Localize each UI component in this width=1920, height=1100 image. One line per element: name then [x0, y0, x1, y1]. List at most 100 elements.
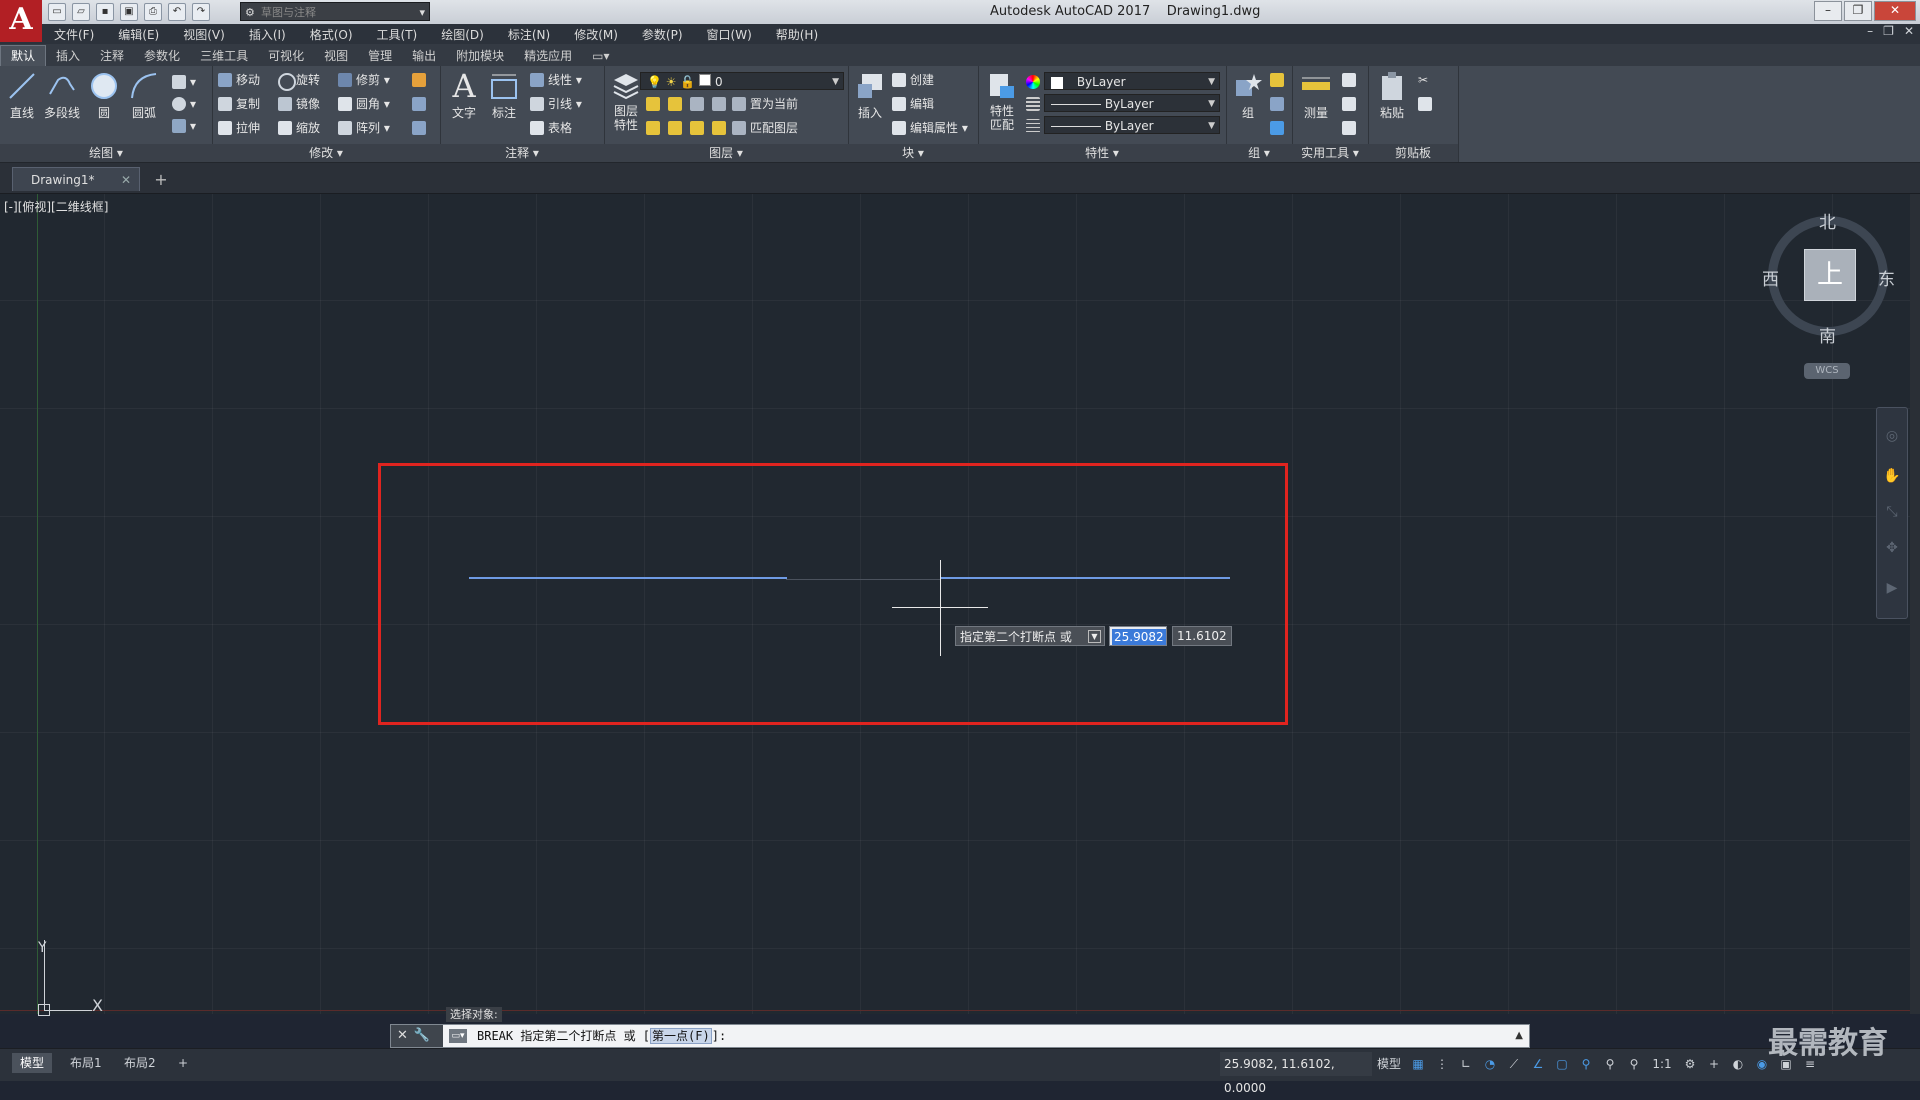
circle-button[interactable]: 圆 [84, 70, 124, 121]
fillet-button[interactable]: 圆角 ▾ [336, 94, 390, 114]
scale-value[interactable]: 1:1 [1650, 1056, 1674, 1072]
workspace-switcher[interactable]: ⚙ 草图与注释 ▾ [240, 2, 430, 21]
arc-button[interactable]: 圆弧 [124, 70, 164, 121]
array-button[interactable]: 阵列 ▾ [336, 118, 390, 138]
block-panel-title[interactable]: 块 ▾ [848, 144, 978, 162]
ungroup-button[interactable] [1268, 70, 1288, 90]
layer-tool-1[interactable] [644, 94, 664, 114]
tab-output[interactable]: 输出 [402, 46, 446, 66]
erase-button[interactable] [410, 70, 430, 90]
lineweight-icon-button[interactable] [1024, 116, 1044, 136]
annotation-panel-title[interactable]: 注释 ▾ [440, 144, 604, 162]
app-menu-button[interactable]: A [0, 0, 42, 42]
menu-modify[interactable]: 修改(M) [562, 26, 630, 43]
isolate-objects-icon[interactable]: ◐ [1730, 1056, 1746, 1072]
group-edit-button[interactable] [1268, 94, 1288, 114]
id-point-button[interactable] [1340, 94, 1360, 114]
layer-tool-3[interactable] [688, 94, 708, 114]
properties-panel-title[interactable]: 特性 ▾ [978, 144, 1226, 162]
layer-dropdown[interactable]: 💡 ☀ 🔓 0 ▼ [640, 72, 844, 90]
maximize-button[interactable]: ❐ [1844, 1, 1872, 21]
close-button[interactable]: ✕ [1874, 1, 1916, 21]
tab-view[interactable]: 视图 [314, 46, 358, 66]
match-properties-button[interactable]: 特性 匹配 [982, 70, 1022, 132]
snap-icon[interactable]: ⋮ [1434, 1056, 1450, 1072]
vertical-scrollbar[interactable] [1910, 194, 1920, 1014]
command-option-first-point[interactable]: 第一点(F) [650, 1028, 712, 1044]
linetype-icon-button[interactable] [1024, 94, 1044, 114]
edit-block-button[interactable]: 编辑 [890, 94, 934, 114]
compass-west[interactable]: 西 [1762, 265, 1779, 290]
command-input[interactable]: BREAK 指定第二个打断点 或 [第一点(F)]: [477, 1025, 726, 1047]
command-history-toggle-icon[interactable]: ▲ [1515, 1025, 1523, 1047]
group-select-button[interactable] [1268, 118, 1288, 138]
pan-icon[interactable]: ✋ [1883, 468, 1901, 486]
linear-dim-button[interactable]: 线性 ▾ [528, 70, 582, 90]
dynamic-input-x-field[interactable]: 25.9082 [1109, 626, 1167, 646]
create-block-button[interactable]: 创建 [890, 70, 934, 90]
wcs-menu-button[interactable]: WCS [1804, 363, 1850, 379]
compass-east[interactable]: 东 [1878, 265, 1895, 290]
model-space-button[interactable]: 模型 [1376, 1056, 1402, 1072]
polar-icon[interactable]: ◔ [1482, 1056, 1498, 1072]
tab-parametric[interactable]: 参数化 [134, 46, 190, 66]
trim-button[interactable]: 修剪 ▾ [336, 70, 390, 90]
line-button[interactable]: 直线 [2, 70, 42, 121]
explode-button[interactable] [410, 94, 430, 114]
showmotion-icon[interactable]: ▶ [1883, 580, 1901, 598]
rotate-button[interactable]: 旋转 [276, 70, 320, 91]
coordinate-readout[interactable]: 25.9082, 11.6102, 0.0000 [1220, 1052, 1372, 1095]
osnap-tracking-icon[interactable]: ∠ [1530, 1056, 1546, 1072]
annotation-scale-icon[interactable]: ⚲ [1626, 1056, 1642, 1072]
save-as-icon[interactable]: ▣ [120, 3, 138, 21]
command-prompt-icon[interactable]: ▭▾ [449, 1029, 467, 1043]
dimension-button[interactable]: 标注 [484, 70, 524, 121]
add-layout-button[interactable]: + [170, 1053, 196, 1073]
color-dropdown[interactable]: ByLayer ▼ [1044, 72, 1220, 90]
draw-panel-title[interactable]: 绘图 ▾ [0, 144, 212, 162]
mirror-button[interactable]: 镜像 [276, 94, 320, 114]
tab-3d-tools[interactable]: 三维工具 [190, 46, 258, 66]
color-wheel-button[interactable] [1024, 72, 1044, 92]
save-icon[interactable]: ▪ [96, 3, 114, 21]
object-snap-icon[interactable]: ▢ [1554, 1056, 1570, 1072]
line-segment-left[interactable] [469, 577, 787, 579]
copy-clip-button[interactable] [1416, 94, 1436, 114]
make-current-button[interactable]: 置为当前 [730, 94, 798, 114]
linetype-dropdown[interactable]: ByLayer ▼ [1044, 94, 1220, 112]
new-tab-button[interactable]: + [152, 171, 170, 189]
redo-icon[interactable]: ↷ [192, 3, 210, 21]
grid-icon[interactable]: ▦ [1410, 1056, 1426, 1072]
stretch-button[interactable]: 拉伸 [216, 118, 260, 138]
tab-annotate[interactable]: 注释 [90, 46, 134, 66]
modify-panel-title[interactable]: 修改 ▾ [212, 144, 440, 162]
tab-home[interactable]: 默认 [0, 45, 47, 66]
ribbon-options-icon[interactable]: ▭▾ [582, 46, 619, 66]
viewport-controls[interactable]: [-][俯视][二维线框] [4, 198, 108, 215]
layer-tool-5[interactable] [644, 118, 664, 138]
options-down-icon[interactable]: ▼ [1088, 630, 1101, 643]
text-button[interactable]: A 文字 [444, 70, 484, 121]
tab-manage[interactable]: 管理 [358, 46, 402, 66]
lineweight-dropdown[interactable]: ByLayer ▼ [1044, 116, 1220, 134]
tab-model[interactable]: 模型 [12, 1053, 53, 1073]
doc-close-icon[interactable]: ✕ [1904, 24, 1914, 38]
open-file-icon[interactable]: ▱ [72, 3, 90, 21]
paste-button[interactable]: 粘贴 [1372, 70, 1412, 121]
groups-panel-title[interactable]: 组 ▾ [1226, 144, 1292, 162]
new-file-icon[interactable]: ▭ [48, 3, 66, 21]
leader-button[interactable]: 引线 ▾ [528, 94, 582, 114]
menu-dimension[interactable]: 标注(N) [496, 26, 562, 43]
compass-north[interactable]: 北 [1819, 208, 1836, 233]
layers-panel-title[interactable]: 图层 ▾ [604, 144, 848, 162]
menu-help[interactable]: 帮助(H) [764, 26, 830, 43]
doc-minimize-icon[interactable]: – [1867, 24, 1873, 38]
command-line[interactable]: ✕ 🔧 ▭▾ BREAK 指定第二个打断点 或 [第一点(F)]: ▲ [390, 1024, 1530, 1048]
orbit-icon[interactable]: ✥ [1883, 540, 1901, 558]
isodraft-icon[interactable]: ⟋ [1506, 1056, 1522, 1072]
layer-tool-8[interactable] [710, 118, 730, 138]
table-button[interactable]: 表格 [528, 118, 572, 138]
move-button[interactable]: 移动 [216, 70, 260, 90]
edit-attributes-button[interactable]: 编辑属性 ▾ [890, 118, 968, 138]
wrench-icon[interactable]: 🔧 [414, 1025, 430, 1047]
